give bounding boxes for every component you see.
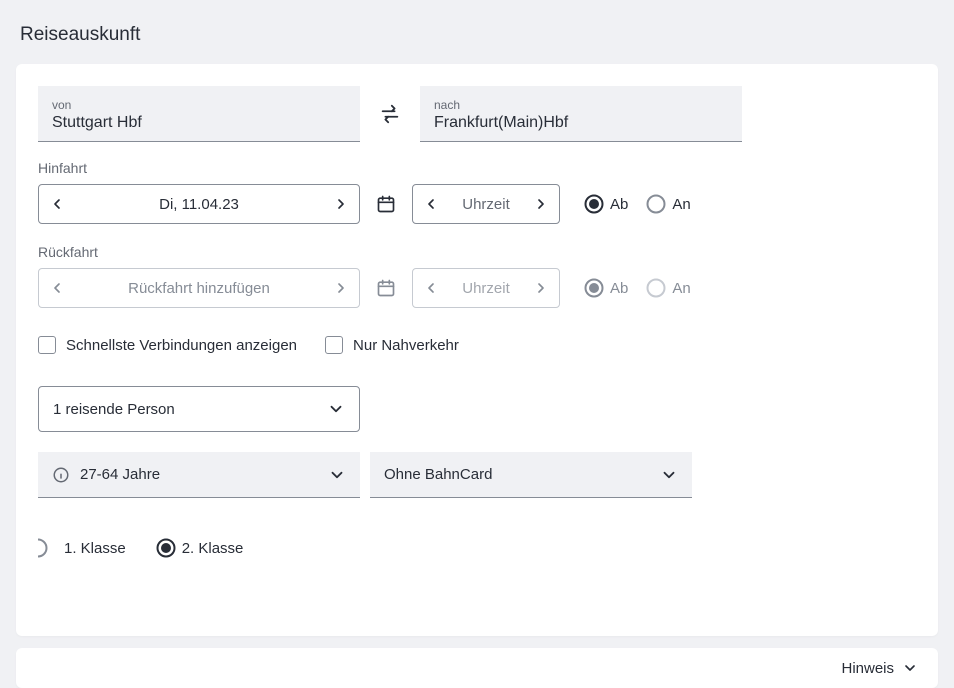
age-label: 27-64 Jahre <box>80 466 160 483</box>
info-icon <box>52 466 70 484</box>
return-label: Rückfahrt <box>38 244 916 260</box>
chevron-left-icon <box>423 280 439 296</box>
outbound-date-picker[interactable]: Di, 11.04.23 <box>38 184 360 224</box>
chevron-right-icon <box>333 196 349 212</box>
outbound-calendar-button[interactable] <box>374 192 398 216</box>
chevron-left-icon <box>49 280 65 296</box>
outbound-row: Di, 11.04.23 Uhrzeit <box>38 184 916 224</box>
chevron-left-icon <box>423 196 439 212</box>
return-date-placeholder: Rückfahrt hinzufügen <box>75 280 323 297</box>
return-radio-ab-label: Ab <box>610 280 628 297</box>
page-title: Reiseauskunft <box>0 0 954 64</box>
from-station-field[interactable]: von Stuttgart Hbf <box>38 86 360 142</box>
outbound-radio-ab-label: Ab <box>610 196 628 213</box>
outbound-radio-an-label: An <box>672 196 690 213</box>
travelers-label: 1 reisende Person <box>53 401 175 418</box>
to-label: nach <box>434 98 728 112</box>
radio-unchecked-icon <box>646 278 666 298</box>
chevron-right-icon <box>333 280 349 296</box>
outbound-radio-ab[interactable]: Ab <box>584 194 628 214</box>
return-radio-ab[interactable]: Ab <box>584 278 628 298</box>
chevron-down-icon <box>902 660 918 676</box>
chevron-left-icon <box>49 196 65 212</box>
return-depart-arrive-group: Ab An <box>584 278 691 298</box>
radio-checked-icon <box>584 194 604 214</box>
outbound-time-next-button[interactable] <box>523 185 559 223</box>
radio-checked-icon <box>584 278 604 298</box>
to-station-field[interactable]: nach Frankfurt(Main)Hbf <box>420 86 742 142</box>
hint-label: Hinweis <box>841 660 894 677</box>
return-date-next-button[interactable] <box>323 269 359 307</box>
bahncard-select[interactable]: Ohne BahnCard <box>370 452 692 498</box>
fastest-connections-label: Schnellste Verbindungen anzeigen <box>66 337 297 354</box>
age-bahncard-row: 27-64 Jahre Ohne BahnCard <box>38 452 916 498</box>
radio-checked-icon <box>156 538 176 558</box>
outbound-date-prev-button[interactable] <box>39 185 75 223</box>
return-radio-an[interactable]: An <box>646 278 690 298</box>
bahncard-label: Ohne BahnCard <box>384 466 492 483</box>
return-time-prev-button[interactable] <box>413 269 449 307</box>
return-calendar-button[interactable] <box>374 276 398 300</box>
checkbox-unchecked-icon <box>38 336 56 354</box>
from-value: Stuttgart Hbf <box>52 114 346 132</box>
outbound-time-value: Uhrzeit <box>449 196 523 213</box>
class-first-radio[interactable]: 1. Klasse <box>38 538 126 558</box>
station-row: von Stuttgart Hbf nach Frankfurt(Main)Hb… <box>38 86 916 142</box>
return-date-picker[interactable]: Rückfahrt hinzufügen <box>38 268 360 308</box>
fastest-connections-checkbox[interactable]: Schnellste Verbindungen anzeigen <box>38 336 297 354</box>
chevron-down-icon <box>328 466 346 484</box>
to-value: Frankfurt(Main)Hbf <box>434 114 728 132</box>
return-radio-an-label: An <box>672 280 690 297</box>
chevron-right-icon <box>533 280 549 296</box>
class-second-label: 2. Klasse <box>182 540 244 557</box>
outbound-depart-arrive-group: Ab An <box>584 194 691 214</box>
class-first-label: 1. Klasse <box>64 540 126 557</box>
outbound-label: Hinfahrt <box>38 160 916 176</box>
checkbox-unchecked-icon <box>325 336 343 354</box>
age-select[interactable]: 27-64 Jahre <box>38 452 360 498</box>
class-second-radio[interactable]: 2. Klasse <box>156 538 244 558</box>
swap-icon <box>379 103 401 125</box>
options-row: Schnellste Verbindungen anzeigen Nur Nah… <box>38 336 916 354</box>
return-time-next-button[interactable] <box>523 269 559 307</box>
chevron-down-icon <box>660 466 678 484</box>
return-time-picker[interactable]: Uhrzeit <box>412 268 560 308</box>
swap-stations-button[interactable] <box>376 100 404 128</box>
calendar-icon <box>376 194 396 214</box>
calendar-icon <box>376 278 396 298</box>
outbound-time-prev-button[interactable] <box>413 185 449 223</box>
local-only-checkbox[interactable]: Nur Nahverkehr <box>325 336 459 354</box>
chevron-right-icon <box>533 196 549 212</box>
radio-unchecked-icon <box>646 194 666 214</box>
return-time-value: Uhrzeit <box>449 280 523 297</box>
outbound-date-value: Di, 11.04.23 <box>75 196 323 213</box>
return-row: Rückfahrt hinzufügen Uhrzeit <box>38 268 916 308</box>
local-only-label: Nur Nahverkehr <box>353 337 459 354</box>
outbound-date-next-button[interactable] <box>323 185 359 223</box>
class-row: 1. Klasse 2. Klasse <box>38 538 916 558</box>
return-date-prev-button[interactable] <box>39 269 75 307</box>
outbound-time-picker[interactable]: Uhrzeit <box>412 184 560 224</box>
outbound-radio-an[interactable]: An <box>646 194 690 214</box>
hint-footer[interactable]: Hinweis <box>16 648 938 688</box>
radio-unchecked-icon <box>38 538 58 558</box>
from-label: von <box>52 98 346 112</box>
travelers-select[interactable]: 1 reisende Person <box>38 386 360 432</box>
search-card: von Stuttgart Hbf nach Frankfurt(Main)Hb… <box>16 64 938 636</box>
chevron-down-icon <box>327 400 345 418</box>
